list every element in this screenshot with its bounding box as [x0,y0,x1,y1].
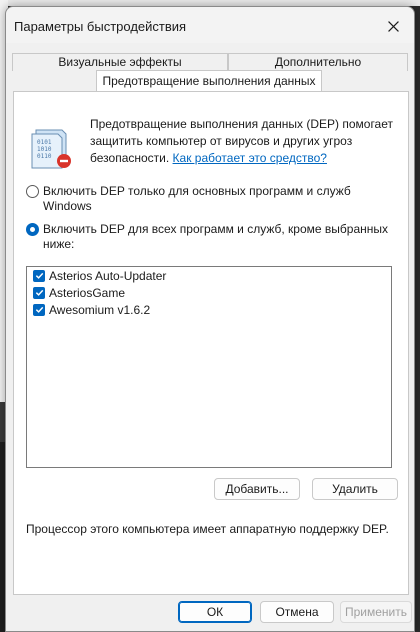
checkmark-icon [35,289,43,296]
option-all-except-selected-label: Включить DEP для всех программ и служб, … [43,222,389,251]
program-name: Awesomium v1.6.2 [49,302,151,317]
remove-button[interactable]: Удалить [312,478,398,500]
list-item[interactable]: Asterios Auto-Updater [27,267,391,284]
how-it-works-link[interactable]: Как работает это средство? [173,151,327,165]
tab-advanced[interactable]: Дополнительно [228,53,408,71]
checkbox[interactable] [33,286,45,299]
radio-essential-only[interactable] [26,185,39,198]
cancel-button[interactable]: Отмена [260,601,334,623]
dep-description: Предотвращение выполнения данных (DEP) п… [90,116,398,167]
checkbox[interactable] [33,269,45,282]
svg-text:0110: 0110 [37,153,52,160]
tab-data-execution-prevention[interactable]: Предотвращение выполнения данных [96,70,322,92]
performance-options-dialog: Параметры быстродействия Визуальные эффе… [5,6,415,632]
program-exceptions-list[interactable]: Asterios Auto-Updater AsteriosGame Aweso… [26,266,392,468]
hardware-support-note: Процессор этого компьютера имеет аппарат… [26,522,389,536]
title-bar: Параметры быстродействия [6,7,414,43]
list-item[interactable]: AsteriosGame [27,284,391,301]
dep-shield-icon: 0101 1010 0110 [31,129,71,169]
option-all-except-selected[interactable]: Включить DEP для всех программ и служб, … [26,222,393,252]
option-essential-only[interactable]: Включить DEP только для основных програм… [26,184,393,214]
window-title: Параметры быстродействия [14,19,187,34]
checkmark-icon [35,306,43,313]
add-button[interactable]: Добавить... [214,478,300,500]
tab-visual-effects[interactable]: Визуальные эффекты [12,53,228,71]
svg-text:0101: 0101 [37,139,52,146]
close-icon [387,20,399,32]
svg-text:1010: 1010 [37,146,52,153]
checkmark-icon [35,272,43,279]
checkbox[interactable] [33,303,45,316]
dep-panel: 0101 1010 0110 Предотвращение выполнения… [13,91,409,595]
apply-button[interactable]: Применить [340,601,412,623]
program-name: AsteriosGame [49,285,126,300]
program-name: Asterios Auto-Updater [49,268,167,283]
radio-all-except-selected[interactable] [26,223,39,236]
close-button[interactable] [378,13,408,39]
option-essential-only-label: Включить DEP только для основных програм… [43,184,351,213]
ok-button[interactable]: ОК [178,601,252,623]
list-item[interactable]: Awesomium v1.6.2 [27,301,391,318]
